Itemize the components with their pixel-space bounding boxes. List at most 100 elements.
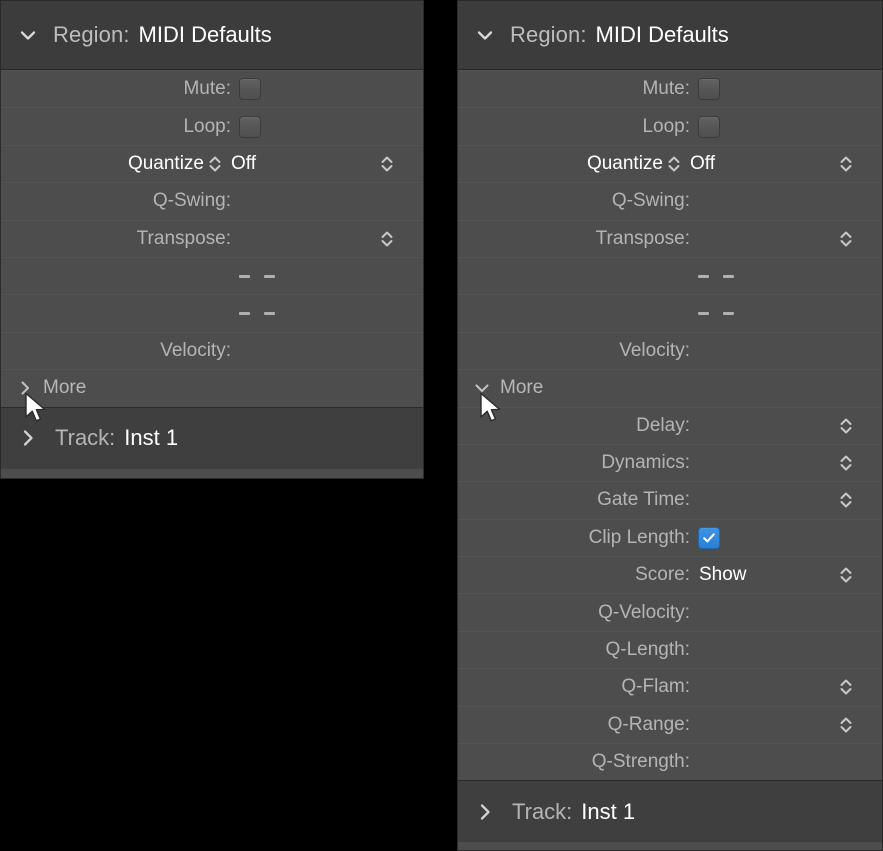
mute-checkbox[interactable] [698, 78, 720, 101]
empty-value-dashes [239, 274, 275, 278]
row-loop[interactable]: Loop: [458, 107, 882, 145]
region-header-right[interactable]: Region: MIDI Defaults [458, 1, 882, 70]
q-flam-field[interactable] [690, 669, 872, 705]
dynamics-stepper-icon[interactable] [837, 451, 855, 475]
row-label: Velocity: [619, 339, 690, 361]
dynamics-field[interactable] [690, 445, 872, 481]
placeholder-2-field[interactable] [690, 295, 872, 331]
transpose-field[interactable] [690, 221, 872, 257]
chevron-down-icon[interactable] [472, 378, 492, 398]
more-disclosure-row-expanded[interactable]: More [458, 369, 882, 407]
chevron-right-icon[interactable] [15, 378, 35, 398]
loop-checkbox[interactable] [239, 115, 261, 138]
row-quantize[interactable]: Quantize Off [458, 144, 882, 183]
chevron-right-icon[interactable] [17, 427, 39, 449]
velocity-field[interactable] [231, 333, 413, 369]
quantize-field[interactable]: Off [231, 146, 413, 182]
chevron-right-icon[interactable] [474, 801, 496, 823]
transpose-stepper-icon[interactable] [837, 227, 855, 251]
q-swing-field[interactable] [690, 183, 872, 219]
q-strength-field[interactable] [690, 744, 872, 780]
row-label: Q-Strength: [591, 751, 690, 773]
delay-stepper-icon[interactable] [837, 414, 855, 438]
empty-value-dashes [698, 274, 734, 278]
row-label: Transpose: [136, 227, 231, 249]
row-clip-length[interactable]: Clip Length: [458, 518, 882, 557]
row-placeholder-2[interactable] [458, 294, 882, 332]
row-score[interactable]: Score: Show [458, 556, 882, 594]
q-range-stepper-icon[interactable] [837, 713, 855, 737]
row-q-flam[interactable]: Q-Flam: [458, 668, 882, 706]
row-placeholder-2[interactable] [1, 294, 423, 332]
mute-field[interactable] [690, 71, 872, 107]
row-velocity[interactable]: Velocity: [1, 331, 423, 370]
row-label: Q-Velocity: [598, 601, 690, 623]
row-quantize[interactable]: Quantize Off [1, 144, 423, 183]
chevron-down-icon[interactable] [17, 24, 39, 46]
track-value: Inst 1 [581, 798, 636, 824]
chevron-down-icon[interactable] [474, 24, 496, 46]
row-q-velocity[interactable]: Q-Velocity: [458, 593, 882, 631]
mute-field[interactable] [231, 71, 413, 107]
row-label: Delay: [636, 414, 690, 436]
row-transpose[interactable]: Transpose: [1, 219, 423, 257]
transpose-field[interactable] [231, 221, 413, 257]
loop-field[interactable] [231, 108, 413, 144]
quantize-value[interactable]: Off [231, 153, 256, 175]
more-disclosure-row-collapsed[interactable]: More [1, 369, 423, 407]
row-placeholder-1[interactable] [1, 256, 423, 295]
row-q-range[interactable]: Q-Range: [458, 705, 882, 744]
quantize-mode-stepper-icon[interactable] [665, 152, 683, 176]
quantize-field[interactable]: Off [690, 146, 872, 182]
row-q-swing[interactable]: Q-Swing: [458, 182, 882, 220]
quantize-value-stepper-icon[interactable] [837, 152, 855, 176]
row-label: Loop: [183, 115, 231, 137]
clip-length-checkbox[interactable] [698, 526, 720, 549]
row-delay[interactable]: Delay: [458, 406, 882, 444]
placeholder-2-field[interactable] [231, 295, 413, 331]
transpose-stepper-icon[interactable] [378, 227, 396, 251]
delay-field[interactable] [690, 408, 872, 444]
quantize-value-stepper-icon[interactable] [378, 152, 396, 176]
loop-checkbox[interactable] [698, 115, 720, 138]
track-header-left[interactable]: Track: Inst 1 [1, 406, 423, 469]
placeholder-1-field[interactable] [690, 258, 872, 294]
track-header-right[interactable]: Track: Inst 1 [458, 780, 882, 843]
gate-time-stepper-icon[interactable] [837, 488, 855, 512]
row-label: Transpose: [595, 227, 690, 249]
row-label: Velocity: [160, 339, 231, 361]
row-q-strength[interactable]: Q-Strength: [458, 743, 882, 781]
q-range-field[interactable] [690, 707, 872, 743]
row-q-swing[interactable]: Q-Swing: [1, 182, 423, 220]
loop-field[interactable] [690, 108, 872, 144]
region-header-value: MIDI Defaults [595, 22, 729, 47]
score-value[interactable]: Show [699, 564, 747, 586]
row-mute[interactable]: Mute: [458, 70, 882, 108]
track-label: Track: [55, 425, 116, 451]
q-velocity-field[interactable] [690, 594, 872, 630]
row-label: Q-Swing: [152, 190, 231, 212]
mute-checkbox[interactable] [239, 78, 261, 101]
row-mute[interactable]: Mute: [1, 70, 423, 108]
clip-length-field[interactable] [690, 520, 872, 556]
row-loop[interactable]: Loop: [1, 107, 423, 145]
row-label: Gate Time: [597, 489, 690, 511]
score-field[interactable]: Show [690, 557, 872, 593]
q-length-field[interactable] [690, 632, 872, 668]
quantize-mode-stepper-icon[interactable] [206, 152, 224, 176]
score-stepper-icon[interactable] [837, 563, 855, 587]
row-placeholder-1[interactable] [458, 256, 882, 295]
region-header-label: Region: [510, 22, 587, 47]
velocity-field[interactable] [690, 333, 872, 369]
row-gate-time[interactable]: Gate Time: [458, 481, 882, 519]
quantize-value[interactable]: Off [690, 153, 715, 175]
region-header-left[interactable]: Region: MIDI Defaults [1, 1, 423, 70]
row-transpose[interactable]: Transpose: [458, 219, 882, 257]
placeholder-1-field[interactable] [231, 258, 413, 294]
row-velocity[interactable]: Velocity: [458, 331, 882, 370]
gate-time-field[interactable] [690, 482, 872, 518]
q-flam-stepper-icon[interactable] [837, 675, 855, 699]
row-q-length[interactable]: Q-Length: [458, 630, 882, 669]
row-dynamics[interactable]: Dynamics: [458, 443, 882, 482]
q-swing-field[interactable] [231, 183, 413, 219]
